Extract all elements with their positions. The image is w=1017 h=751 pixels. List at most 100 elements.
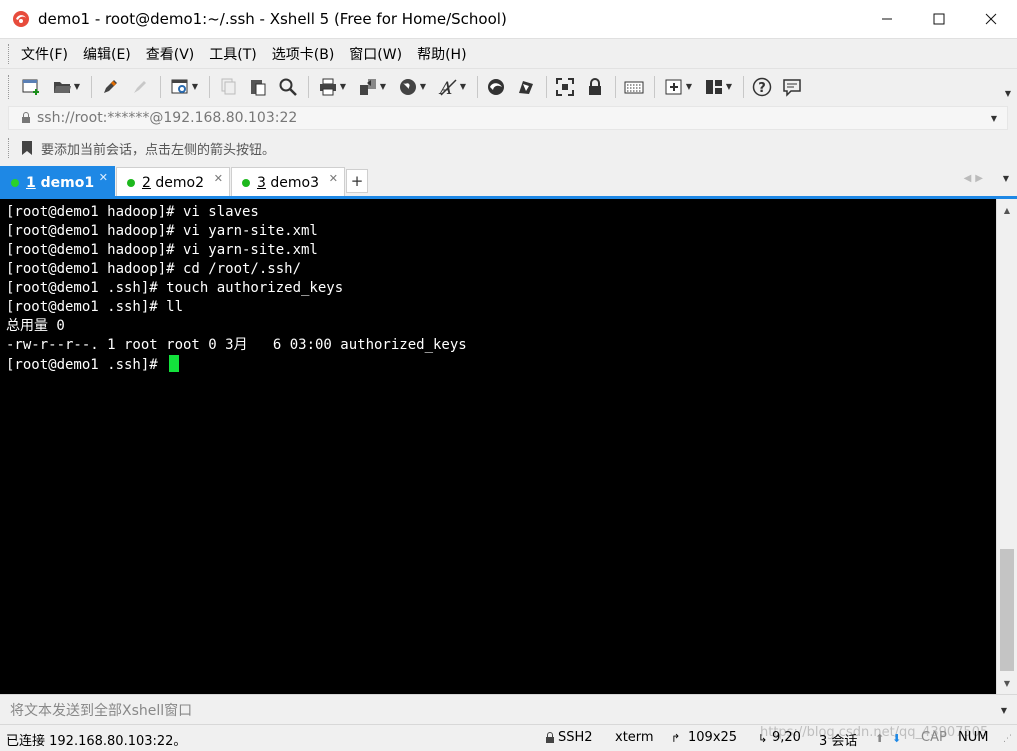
menu-grip[interactable]	[8, 43, 11, 64]
tab-demo2[interactable]: 2 demo2 ✕	[116, 167, 230, 198]
compose-bar[interactable]: 将文本发送到全部Xshell窗口 ▼	[0, 694, 1017, 724]
keyboard-button[interactable]	[622, 75, 646, 99]
address-bar: ssh://root:******@192.168.80.103:22 ▼	[0, 104, 1017, 132]
disconnect-icon	[134, 80, 146, 93]
copy-button[interactable]	[216, 75, 240, 99]
help-icon: ?	[752, 77, 772, 96]
tab-scroll-arrows-icon[interactable]: ◀▶	[964, 173, 987, 184]
fullscreen-button[interactable]	[553, 75, 577, 99]
tab-close-icon[interactable]: ✕	[99, 171, 108, 184]
terminal-prompt-line: [root@demo1 .ssh]#	[6, 355, 996, 374]
address-dropdown-icon[interactable]: ▼	[991, 114, 997, 123]
terminal-scrollbar[interactable]: ▲ ▼	[996, 199, 1017, 694]
terminal-line: [root@demo1 hadoop]# vi yarn-site.xml	[6, 242, 318, 258]
reconnect-button[interactable]	[98, 75, 122, 99]
tab-list-dropdown-icon[interactable]: ▼	[1003, 174, 1009, 183]
menu-file[interactable]: 文件(F)	[21, 44, 68, 64]
resize-grip-icon[interactable]: ⋰	[1003, 734, 1012, 744]
tab-close-icon[interactable]: ✕	[214, 172, 223, 185]
new-tab-button[interactable]: ▼	[661, 75, 695, 99]
lock-icon	[22, 112, 30, 123]
menu-edit[interactable]: 编辑(E)	[83, 44, 131, 64]
terminal-line: [root@demo1 .ssh]# touch authorized_keys	[6, 280, 344, 296]
menu-view[interactable]: 查看(V)	[146, 44, 195, 64]
maximize-button[interactable]	[913, 0, 965, 38]
menu-help[interactable]: 帮助(H)	[417, 44, 466, 64]
terminal-prompt: [root@demo1 .ssh]#	[6, 357, 167, 373]
minimize-button[interactable]	[861, 0, 913, 38]
open-button[interactable]: ▼	[49, 75, 83, 99]
tab-demo3[interactable]: 3 demo3 ✕	[231, 167, 345, 198]
hint-grip[interactable]	[8, 138, 11, 158]
folder-open-icon	[53, 81, 71, 93]
tab-bar: 1 demo1 ✕ 2 demo2 ✕ 3 demo3 ✕ + ◀▶ ▼	[0, 164, 1017, 198]
add-tab-button[interactable]: +	[346, 169, 368, 193]
terminal-cursor	[169, 355, 180, 372]
tab-label: demo3	[270, 175, 319, 191]
scroll-up-icon[interactable]: ▲	[997, 201, 1017, 219]
bookmark-arrow-icon[interactable]	[19, 140, 35, 156]
scrollbar-thumb[interactable]	[1000, 549, 1014, 671]
tab-demo1[interactable]: 1 demo1 ✕	[0, 166, 115, 198]
cursor-position-icon: ↳	[758, 732, 768, 745]
connection-status: 已连接 192.168.80.103:22。	[6, 734, 187, 749]
connected-dot-icon	[127, 179, 135, 187]
scroll-down-icon[interactable]: ▼	[997, 674, 1017, 692]
tab-number: 3	[257, 175, 266, 191]
find-button[interactable]	[276, 75, 300, 99]
font-button[interactable]: A ▼	[435, 75, 469, 99]
copy-icon	[221, 78, 236, 94]
toolbar: ▼ ▼ ▼ ▼ ▼ A ▼ ▼ ▼ ? ▼	[0, 68, 1017, 104]
title-bar: demo1 - root@demo1:~/.ssh - Xshell 5 (Fr…	[0, 0, 1017, 38]
paste-icon	[251, 79, 266, 95]
menu-window[interactable]: 窗口(W)	[349, 44, 402, 64]
address-input[interactable]: ssh://root:******@192.168.80.103:22 ▼	[8, 106, 1008, 130]
cursor-position-status: 9,20	[772, 730, 801, 745]
download-arrow-icon: ⬇	[892, 732, 902, 745]
xshell-logo-icon	[13, 11, 29, 27]
layout-button[interactable]: ▼	[701, 75, 735, 99]
print-button[interactable]: ▼	[315, 75, 349, 99]
num-lock-status: NUM	[958, 730, 989, 745]
status-bar: 已连接 192.168.80.103:22。 https://blog.csdn…	[0, 724, 1017, 751]
menu-tab[interactable]: 选项卡(B)	[272, 44, 335, 64]
xshell-button[interactable]	[514, 75, 538, 99]
pen-icon	[104, 79, 117, 93]
tab-number: 2	[142, 175, 151, 191]
upload-arrow-icon: ⬆	[875, 732, 885, 745]
compose-dropdown-icon[interactable]: ▼	[1001, 706, 1007, 715]
connected-dot-icon	[11, 178, 19, 187]
chat-button[interactable]	[780, 75, 804, 99]
properties-button[interactable]: ▼	[167, 75, 201, 99]
lock-button[interactable]	[583, 75, 607, 99]
transfer-button[interactable]: ▼	[355, 75, 389, 99]
tab-close-icon[interactable]: ✕	[329, 172, 338, 185]
new-session-button[interactable]	[19, 75, 43, 99]
terminal-type-status: xterm	[615, 730, 654, 745]
disconnect-button[interactable]	[128, 75, 152, 99]
chat-icon	[783, 78, 801, 97]
menu-tools[interactable]: 工具(T)	[209, 44, 256, 64]
toolbar-overflow-icon[interactable]: ▼	[1005, 89, 1011, 98]
plus-icon: +	[350, 172, 364, 190]
search-icon	[279, 78, 297, 96]
xftp-button[interactable]	[484, 75, 508, 99]
globe-button[interactable]: ▼	[395, 75, 429, 99]
help-button[interactable]: ?	[750, 75, 774, 99]
font-icon: A	[438, 79, 457, 97]
xshell-icon	[519, 80, 533, 94]
layout-icon	[705, 79, 722, 94]
terminal-size-status: 109x25	[688, 730, 738, 745]
toolbar-grip[interactable]	[8, 74, 11, 99]
terminal-line: [root@demo1 hadoop]# vi yarn-site.xml	[6, 223, 318, 239]
paste-button[interactable]	[246, 75, 270, 99]
protocol-status: SSH2	[558, 730, 593, 745]
terminal[interactable]: [root@demo1 hadoop]# vi slaves [root@dem…	[0, 199, 996, 694]
address-text: ssh://root:******@192.168.80.103:22	[37, 110, 298, 126]
lock-icon	[546, 732, 554, 743]
compose-placeholder: 将文本发送到全部Xshell窗口	[10, 702, 193, 719]
close-button[interactable]	[965, 0, 1017, 38]
new-session-icon	[22, 79, 39, 95]
tab-label: demo2	[155, 175, 204, 191]
close-icon	[985, 13, 997, 25]
